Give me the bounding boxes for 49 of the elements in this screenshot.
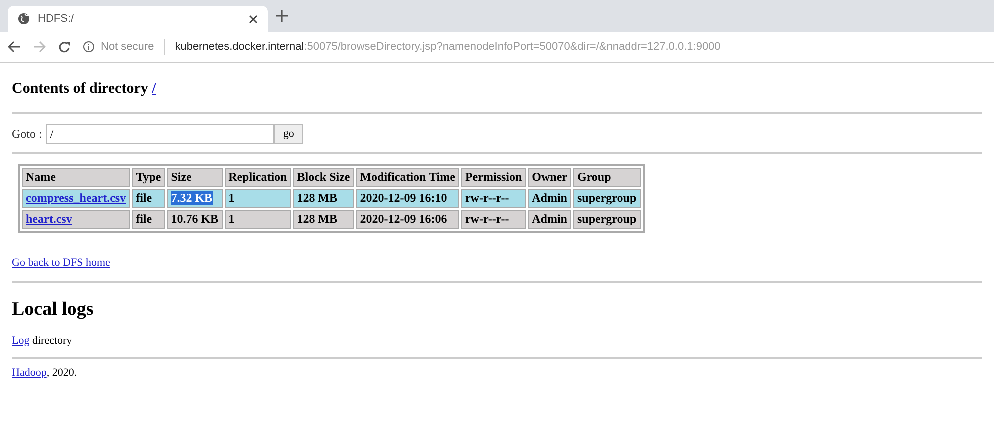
page-heading: Contents of directory xyxy=(12,81,150,97)
table-cell: rw-r--r-- xyxy=(461,210,526,229)
hadoop-link[interactable]: Hadoop xyxy=(12,367,47,379)
table-row[interactable]: compress_heart.csv file 7.32 KB 1 128 MB 2020-12-09 16:10 rw-r--r-- Admin supergroup xyxy=(22,189,641,208)
security-label: Not secure xyxy=(101,41,154,53)
file-link[interactable]: compress_heart.csv xyxy=(26,191,126,205)
directory-link[interactable]: / xyxy=(152,81,156,97)
column-header: Replication xyxy=(224,168,292,187)
table-cell: Admin xyxy=(528,210,572,229)
table-row[interactable]: heart.csv file 10.76 KB 1 128 MB 2020-12-09 16:06 rw-r--r-- Admin supergroup xyxy=(22,210,641,229)
globe-icon xyxy=(18,13,30,25)
log-link[interactable]: Log xyxy=(12,335,30,347)
column-header: Block Size xyxy=(293,168,354,187)
section-heading: Local logs xyxy=(12,299,95,321)
table-cell: 10.76 KB xyxy=(167,210,223,229)
table-cell: rw-r--r-- xyxy=(461,189,526,208)
go-button[interactable]: go xyxy=(274,124,304,144)
column-header: Owner xyxy=(528,168,572,187)
url-text[interactable]: kubernetes.docker.internal:50075/browseDirectory.jsp?namenodeInfoPort=50070&dir=/&nnaddr=127.0.0.1:9000 xyxy=(175,41,721,53)
table-cell: file xyxy=(132,210,166,229)
footer-text: , 2020. xyxy=(46,367,78,379)
table-cell: 7.32 KB xyxy=(167,189,223,208)
table-cell: 2020-12-09 16:06 xyxy=(356,210,460,229)
table-cell: Admin xyxy=(528,189,572,208)
file-link[interactable]: heart.csv xyxy=(26,212,72,226)
new-tab-icon[interactable] xyxy=(276,10,288,22)
column-header: Size xyxy=(167,168,223,187)
table-cell: supergroup xyxy=(573,189,641,208)
table-cell: supergroup xyxy=(573,210,641,229)
column-header: Name xyxy=(22,168,130,187)
table-cell: file xyxy=(132,189,166,208)
table-cell: 128 MB xyxy=(293,189,354,208)
column-header: Modification Time xyxy=(356,168,460,187)
goto-label: Goto : xyxy=(12,126,42,142)
column-header: Group xyxy=(573,168,641,187)
column-header: Permission xyxy=(461,168,526,187)
table-cell: 2020-12-09 16:10 xyxy=(356,189,460,208)
table-cell: 1 xyxy=(224,189,292,208)
table-cell: 128 MB xyxy=(293,210,354,229)
browser-tab[interactable]: HDFS:/ xyxy=(8,6,268,32)
back-icon[interactable] xyxy=(8,41,21,53)
reload-icon[interactable] xyxy=(58,40,71,54)
close-icon[interactable] xyxy=(249,14,258,24)
dfs-home-link[interactable]: Go back to DFS home xyxy=(12,257,110,269)
goto-field[interactable]: / xyxy=(46,124,274,144)
log-text: directory xyxy=(31,335,72,347)
column-header: Type xyxy=(132,168,166,187)
table-cell: 1 xyxy=(224,210,292,229)
info-icon[interactable] xyxy=(83,41,95,53)
